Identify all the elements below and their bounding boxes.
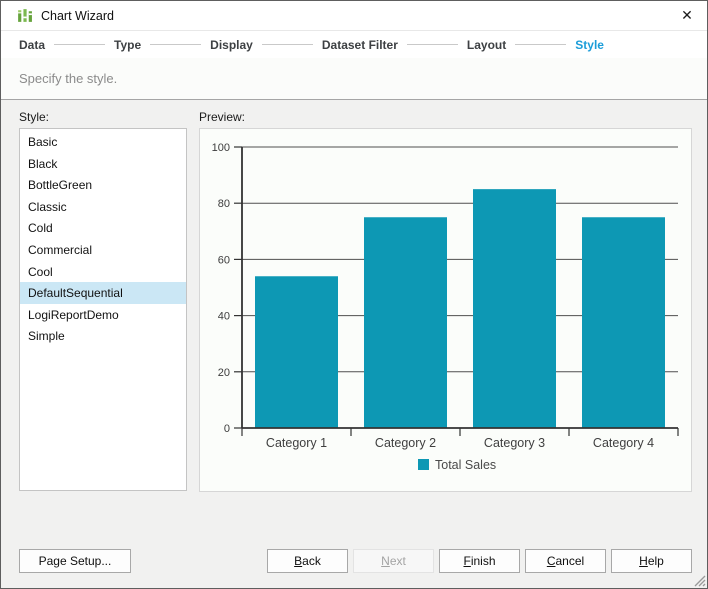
y-tick-label: 0: [224, 423, 230, 435]
x-category-label: Category 2: [375, 436, 436, 450]
style-option-cool[interactable]: Cool: [20, 261, 186, 283]
step-separator: [150, 44, 202, 45]
x-category-label: Category 3: [484, 436, 545, 450]
step-layout[interactable]: Layout: [467, 38, 506, 52]
y-tick-label: 20: [218, 367, 230, 379]
step-type[interactable]: Type: [114, 38, 141, 52]
cancel-button[interactable]: Cancel: [525, 549, 606, 573]
footer-bar: Page Setup... Back Next Finish Cancel Help: [1, 492, 707, 588]
step-dataset-filter[interactable]: Dataset Filter: [322, 38, 398, 52]
preview-column: Preview: 0 20 40 60 80 100 Category 1 Category …: [199, 108, 692, 492]
preview-label: Preview:: [199, 110, 246, 124]
x-category-label: Category 1: [266, 436, 327, 450]
y-tick-label: 40: [218, 311, 230, 323]
help-button[interactable]: Help: [611, 549, 692, 573]
style-listbox[interactable]: Basic Black BottleGreen Classic Cold Commerci…: [19, 128, 187, 491]
close-icon[interactable]: ✕: [673, 2, 701, 30]
step-separator: [406, 44, 458, 45]
chart-wizard-dialog: Chart Wizard ✕ Data Type Display Dataset Fi…: [0, 0, 708, 589]
x-category-label: Category 4: [593, 436, 654, 450]
bar-category-3: [473, 189, 556, 428]
finish-button[interactable]: Finish: [439, 549, 520, 573]
step-style[interactable]: Style: [575, 38, 604, 52]
step-nav: Data Type Display Dataset Filter Layout Style: [1, 31, 707, 58]
step-separator: [515, 44, 567, 45]
step-separator: [54, 44, 106, 45]
wizard-subtitle: Specify the style.: [1, 58, 707, 100]
step-display[interactable]: Display: [210, 38, 253, 52]
chart-wizard-icon: [18, 9, 32, 22]
bar-category-1: [255, 276, 338, 428]
preview-panel: 0 20 40 60 80 100 Category 1 Category 2 Category…: [199, 128, 692, 492]
title-bar: Chart Wizard ✕: [1, 1, 707, 31]
style-option-defaultsequential[interactable]: DefaultSequential: [20, 282, 186, 304]
style-option-simple[interactable]: Simple: [20, 325, 186, 347]
dialog-title: Chart Wizard: [41, 8, 114, 23]
legend-swatch: [418, 459, 429, 470]
nav-button-group: Back Next Finish Cancel Help: [267, 549, 692, 573]
next-button[interactable]: Next: [353, 549, 434, 573]
style-option-bottlegreen[interactable]: BottleGreen: [20, 174, 186, 196]
bar-category-2: [364, 217, 447, 428]
style-column: Style: Basic Black BottleGreen Classic Cold C…: [19, 108, 187, 492]
main-content: Style: Basic Black BottleGreen Classic Cold C…: [1, 100, 707, 492]
step-separator: [261, 44, 313, 45]
resize-grip-icon[interactable]: [693, 574, 706, 587]
step-data[interactable]: Data: [19, 38, 45, 52]
style-option-basic[interactable]: Basic: [20, 131, 186, 153]
page-setup-button[interactable]: Page Setup...: [19, 549, 131, 573]
bar-category-4: [582, 217, 665, 428]
y-tick-label: 100: [212, 142, 230, 154]
y-tick-label: 60: [218, 254, 230, 266]
back-button[interactable]: Back: [267, 549, 348, 573]
style-option-black[interactable]: Black: [20, 153, 186, 175]
style-option-commercial[interactable]: Commercial: [20, 239, 186, 261]
legend-label: Total Sales: [435, 458, 496, 472]
preview-chart: 0 20 40 60 80 100 Category 1 Category 2 Category…: [212, 142, 679, 472]
style-list-label: Style:: [19, 110, 50, 124]
style-option-classic[interactable]: Classic: [20, 196, 186, 218]
style-option-cold[interactable]: Cold: [20, 217, 186, 239]
y-tick-label: 80: [218, 198, 230, 210]
style-option-logireportdemo[interactable]: LogiReportDemo: [20, 304, 186, 326]
